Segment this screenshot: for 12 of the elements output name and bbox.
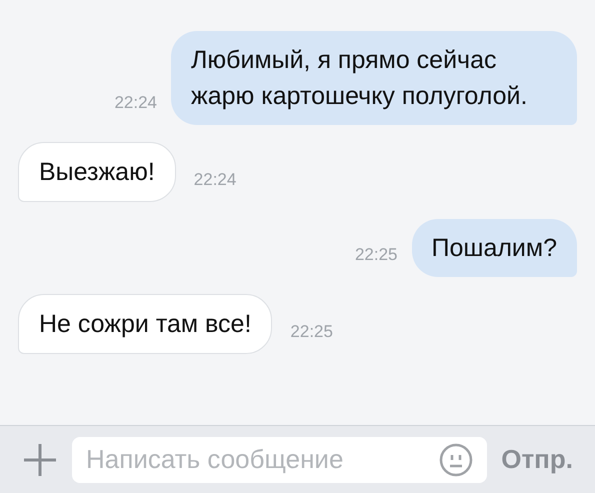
- message-input[interactable]: Написать сообщение: [72, 436, 488, 482]
- plus-icon[interactable]: [22, 442, 58, 478]
- message-time: 22:24: [114, 92, 157, 114]
- message-bubble: Не сожри там все!: [18, 294, 272, 354]
- message-time: 22:25: [290, 320, 333, 342]
- message-bubble: Любимый, я прямо сейчас жарю картошечку полуголой.: [171, 31, 577, 125]
- message-time: 22:25: [354, 244, 398, 266]
- message-bubble: Пошалим?: [412, 219, 577, 277]
- message-time: 22:24: [194, 168, 236, 190]
- message-bubble: Выезжаю!: [18, 142, 176, 202]
- smiley-icon[interactable]: [439, 442, 474, 476]
- send-button[interactable]: Отпр.: [501, 440, 573, 479]
